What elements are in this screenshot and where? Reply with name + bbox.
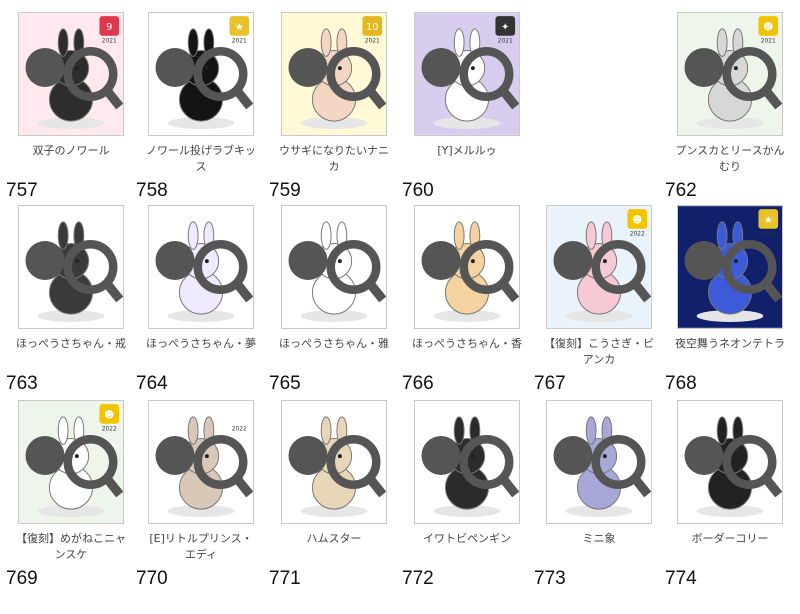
item-card[interactable]: 2022 [E]リトルプリンス・エディ 770 [136, 400, 276, 596]
item-card[interactable]: ★ 2021 夜空舞うネオンテトラ 768 [665, 205, 800, 401]
item-thumbnail[interactable] [281, 400, 387, 524]
item-number: 772 [402, 568, 434, 589]
zoom-icon[interactable] [282, 206, 386, 328]
item-thumbnail[interactable]: 9 2021 [18, 12, 124, 136]
item-caption[interactable]: 夜空舞うネオンテトラ [673, 336, 787, 352]
item-number: 770 [136, 568, 168, 589]
item-caption[interactable]: ウサギになりたいナニカ [277, 143, 391, 175]
zoom-icon[interactable] [149, 13, 253, 135]
item-card[interactable]: ほっぺうさちゃん・戒 763 [6, 205, 146, 401]
item-thumbnail[interactable] [18, 205, 124, 329]
zoom-icon[interactable] [282, 401, 386, 523]
item-caption[interactable]: 【復刻】めがねこニャンスケ [14, 531, 128, 563]
item-card[interactable]: ハムスター 771 [269, 400, 409, 596]
zoom-icon[interactable] [678, 206, 782, 328]
item-caption[interactable]: 【復刻】こうさぎ・ビアンカ [542, 336, 656, 368]
item-card[interactable]: ほっぺうさちゃん・夢 764 [136, 205, 276, 401]
item-number: 771 [269, 568, 301, 589]
item-caption[interactable]: ほっぺうさちゃん・戒 [14, 336, 128, 352]
item-number: 768 [665, 373, 697, 394]
item-card[interactable]: ボーダーコリー 774 [665, 400, 800, 596]
item-number: 767 [534, 373, 566, 394]
item-caption[interactable]: 双子のノワール [14, 143, 128, 159]
item-caption[interactable]: プンスカとリースかんむり [673, 143, 787, 175]
item-number: 762 [665, 180, 697, 201]
item-number: 765 [269, 373, 301, 394]
item-card[interactable]: ほっぺうさちゃん・香 766 [402, 205, 542, 401]
item-thumbnail[interactable]: 10 2021 [281, 12, 387, 136]
item-card[interactable]: 10 2021 ウサギになりたいナニカ 759 [269, 12, 409, 208]
zoom-icon[interactable] [282, 13, 386, 135]
zoom-icon[interactable] [547, 206, 651, 328]
item-caption[interactable]: ボーダーコリー [673, 531, 787, 547]
item-number: 758 [136, 180, 168, 201]
item-thumbnail[interactable]: ☻ 2022 [546, 205, 652, 329]
zoom-icon[interactable] [19, 401, 123, 523]
item-caption[interactable]: ノワール投げラブキッス [144, 143, 258, 175]
item-caption[interactable]: ミニ象 [542, 531, 656, 547]
zoom-icon[interactable] [678, 13, 782, 135]
zoom-icon[interactable] [415, 13, 519, 135]
item-thumbnail[interactable]: ☻ 2022 [18, 400, 124, 524]
item-number: 757 [6, 180, 38, 201]
item-thumbnail[interactable]: ✦ 2021 [414, 12, 520, 136]
item-caption[interactable]: イワトビペンギン [410, 531, 524, 547]
item-card[interactable]: ミニ象 773 [534, 400, 674, 596]
item-thumbnail[interactable]: ★ 2021 [148, 12, 254, 136]
item-thumbnail[interactable]: ★ 2021 [677, 205, 783, 329]
zoom-icon[interactable] [19, 13, 123, 135]
item-caption[interactable]: ハムスター [277, 531, 391, 547]
item-thumbnail[interactable] [148, 205, 254, 329]
item-number: 764 [136, 373, 168, 394]
item-card[interactable]: ほっぺうさちゃん・雅 765 [269, 205, 409, 401]
item-thumbnail[interactable] [546, 400, 652, 524]
item-card[interactable]: ☻ 2022 【復刻】こうさぎ・ビアンカ 767 [534, 205, 674, 401]
item-number: 760 [402, 180, 434, 201]
item-number: 766 [402, 373, 434, 394]
item-thumbnail[interactable]: ☻ 2021 [677, 12, 783, 136]
zoom-icon[interactable] [149, 401, 253, 523]
item-thumbnail[interactable] [281, 205, 387, 329]
item-card[interactable]: 9 2021 双子のノワール 757 [6, 12, 146, 208]
item-number: 773 [534, 568, 566, 589]
item-number: 763 [6, 373, 38, 394]
zoom-icon[interactable] [415, 401, 519, 523]
item-number: 774 [665, 568, 697, 589]
item-caption[interactable]: ほっぺうさちゃん・夢 [144, 336, 258, 352]
item-thumbnail[interactable] [414, 400, 520, 524]
item-card[interactable]: ✦ 2021 [Y]メルルゥ 760 [402, 12, 542, 208]
item-card[interactable]: ☻ 2022 【復刻】めがねこニャンスケ 769 [6, 400, 146, 596]
zoom-icon[interactable] [415, 206, 519, 328]
item-number: 769 [6, 568, 38, 589]
item-thumbnail[interactable] [414, 205, 520, 329]
zoom-icon[interactable] [547, 401, 651, 523]
item-number: 759 [269, 180, 301, 201]
item-caption[interactable]: ほっぺうさちゃん・雅 [277, 336, 391, 352]
item-thumbnail[interactable] [677, 400, 783, 524]
item-card[interactable]: イワトビペンギン 772 [402, 400, 542, 596]
item-thumbnail[interactable]: 2022 [148, 400, 254, 524]
item-card[interactable]: ☻ 2021 プンスカとリースかんむり 762 [665, 12, 800, 208]
item-card[interactable]: ★ 2021 ノワール投げラブキッス 758 [136, 12, 276, 208]
zoom-icon[interactable] [678, 401, 782, 523]
item-caption[interactable]: [E]リトルプリンス・エディ [144, 531, 258, 563]
zoom-icon[interactable] [19, 206, 123, 328]
item-caption[interactable]: [Y]メルルゥ [410, 143, 524, 159]
item-caption[interactable]: ほっぺうさちゃん・香 [410, 336, 524, 352]
zoom-icon[interactable] [149, 206, 253, 328]
